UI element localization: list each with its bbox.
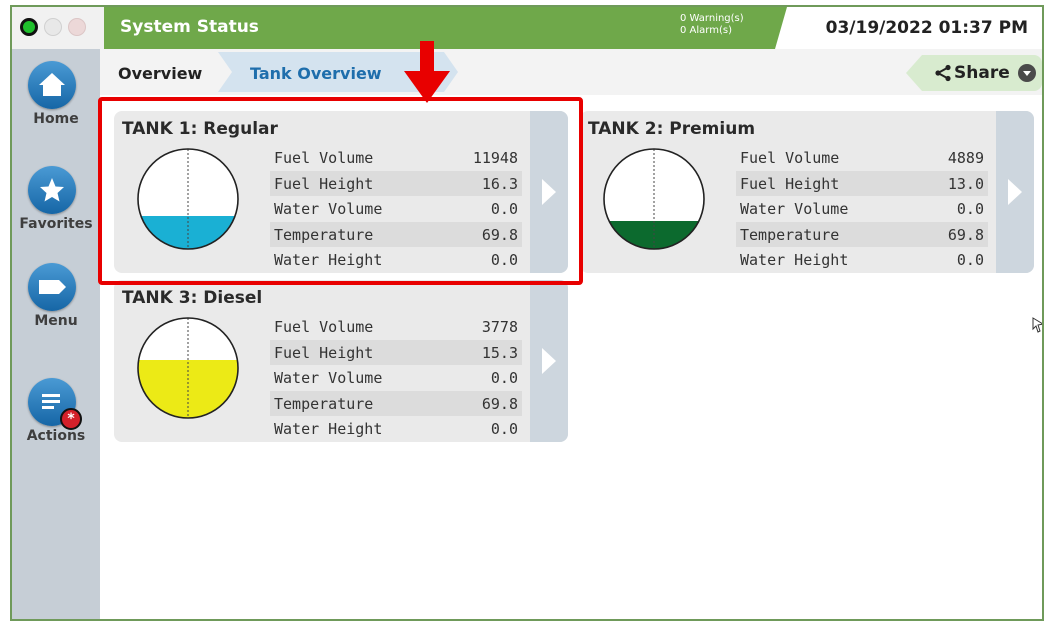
- share-label: Share: [954, 63, 1010, 83]
- tank-metrics: Fuel Volume 3778 Fuel Height 15.3 Water Volu…: [270, 314, 522, 442]
- tank-detail-button[interactable]: [996, 111, 1034, 273]
- sidebar-item-label: Actions: [26, 428, 86, 444]
- metric-value: 69.8: [947, 225, 984, 244]
- status-light-yellow: [44, 18, 62, 36]
- status-light-green: [20, 18, 38, 36]
- sidebar: Home Favorites Menu * Actions: [12, 49, 100, 619]
- metric-label: Water Height: [740, 251, 849, 269]
- metric-row: Fuel Height 15.3: [270, 339, 522, 365]
- chevron-down-icon: [1018, 64, 1036, 82]
- metric-row: Fuel Volume 3778: [270, 314, 522, 340]
- sidebar-item-label: Home: [33, 111, 79, 127]
- breadcrumb-overview[interactable]: Overview: [118, 64, 202, 83]
- sidebar-item-label: Favorites: [19, 216, 93, 232]
- cursor-icon: [1032, 317, 1042, 333]
- breadcrumb: Overview Tank Overview Share: [100, 49, 1042, 95]
- warning-count: 0 Warning(s): [680, 13, 744, 24]
- tank-detail-button[interactable]: [530, 280, 568, 442]
- breadcrumb-tank-overview[interactable]: Tank Overview: [250, 64, 382, 83]
- metric-label: Fuel Volume: [274, 318, 374, 336]
- metric-row: Fuel Volume 4889: [736, 145, 988, 171]
- chevron-right-icon: [542, 348, 556, 374]
- tank-card[interactable]: TANK 3: Diesel Fuel Volume 3778 Fuel Height…: [114, 280, 568, 442]
- metric-value: 69.8: [481, 394, 518, 413]
- alarm-count: 0 Alarm(s): [680, 25, 732, 36]
- chevron-right-icon: [1008, 179, 1022, 205]
- metric-row: Water Height 0.0: [736, 247, 988, 273]
- metric-row: Temperature 69.8: [736, 221, 988, 247]
- metric-label: Temperature: [740, 225, 840, 244]
- metric-label: Water Volume: [740, 200, 849, 218]
- star-icon: [28, 166, 76, 214]
- tank-title: TANK 2: Premium: [588, 119, 756, 139]
- metric-row: Fuel Height 13.0: [736, 170, 988, 196]
- metric-value: 0.0: [956, 251, 984, 269]
- page-title: System Status: [120, 17, 259, 37]
- metric-value: 4889: [947, 149, 984, 167]
- annotation-arrow-icon: [404, 41, 450, 103]
- menu-icon: [28, 263, 76, 311]
- status-light-red: [68, 18, 86, 36]
- metric-value: 0.0: [490, 420, 518, 438]
- sidebar-item-actions[interactable]: * Actions: [12, 378, 100, 468]
- metric-value: 0.0: [490, 369, 518, 387]
- metric-label: Fuel Volume: [740, 149, 840, 167]
- datetime-display: 03/19/2022 01:37 PM: [825, 18, 1028, 38]
- share-icon: [935, 64, 951, 82]
- metric-label: Fuel Height: [740, 174, 840, 193]
- tank-title: TANK 3: Diesel: [122, 288, 263, 308]
- metric-value: 13.0: [947, 174, 984, 193]
- app-window: System Status 0 Warning(s) 0 Alarm(s) 03…: [10, 5, 1044, 621]
- status-lights: [12, 7, 104, 49]
- metric-row: Water Volume 0.0: [270, 365, 522, 391]
- tank-fill-level: [138, 360, 238, 418]
- sidebar-item-home[interactable]: Home: [12, 61, 100, 151]
- metric-value: 0.0: [956, 200, 984, 218]
- sidebar-item-favorites[interactable]: Favorites: [12, 166, 100, 256]
- metric-label: Water Volume: [274, 369, 383, 387]
- metric-value: 15.3: [481, 343, 518, 362]
- highlight-box: [98, 97, 583, 285]
- share-button[interactable]: Share: [906, 55, 1042, 91]
- home-icon: [28, 61, 76, 109]
- tank-metrics: Fuel Volume 4889 Fuel Height 13.0 Water Volu…: [736, 145, 988, 273]
- top-bar: System Status 0 Warning(s) 0 Alarm(s) 03…: [12, 7, 1042, 49]
- metric-value: 3778: [481, 318, 518, 336]
- actions-alert-badge: *: [60, 408, 82, 430]
- metric-row: Water Volume 0.0: [736, 196, 988, 222]
- tank-card[interactable]: TANK 2: Premium Fuel Volume 4889 Fuel Heigh…: [580, 111, 1034, 273]
- metric-label: Water Height: [274, 420, 383, 438]
- alarm-summary[interactable]: 0 Warning(s) 0 Alarm(s): [680, 13, 744, 37]
- metric-label: Temperature: [274, 394, 374, 413]
- tank-level-gauge: [603, 148, 705, 250]
- sidebar-item-menu[interactable]: Menu: [12, 263, 100, 353]
- metric-row: Temperature 69.8: [270, 390, 522, 416]
- metric-label: Fuel Height: [274, 343, 374, 362]
- tank-level-gauge: [137, 317, 239, 419]
- metric-row: Water Height 0.0: [270, 416, 522, 442]
- sidebar-item-label: Menu: [34, 313, 78, 329]
